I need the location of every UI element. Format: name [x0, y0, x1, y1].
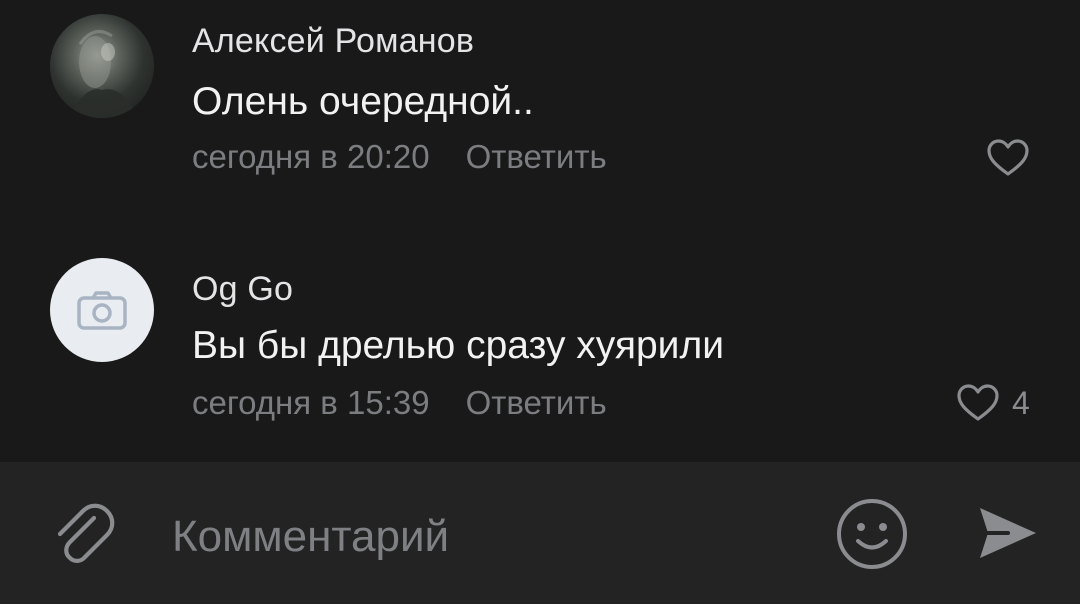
emoji-button[interactable] — [834, 496, 910, 572]
comment-text: Вы бы дрелью сразу хуярили — [192, 324, 725, 367]
comment-author[interactable]: Алексей Романов — [192, 22, 474, 61]
camera-icon — [77, 291, 127, 330]
avatar[interactable] — [50, 14, 154, 118]
avatar[interactable] — [50, 258, 154, 362]
comment-meta: сегодня в 15:39 Ответить — [192, 384, 607, 422]
comment-timestamp: сегодня в 20:20 — [192, 138, 430, 175]
like-count: 4 — [1012, 384, 1030, 421]
comment-timestamp: сегодня в 15:39 — [192, 384, 430, 421]
comments-screen: Алексей Романов Олень очередной.. сегодн… — [0, 0, 1080, 604]
heart-icon — [957, 384, 999, 421]
send-icon — [980, 508, 1036, 558]
comment-input[interactable] — [172, 502, 792, 572]
attach-button[interactable] — [48, 500, 118, 570]
paperclip-icon — [57, 503, 115, 563]
comment-text: Олень очередной.. — [192, 80, 534, 123]
like-button[interactable] — [986, 138, 1042, 178]
reply-button[interactable]: Ответить — [466, 384, 607, 422]
heart-icon — [987, 139, 1029, 176]
avatar-photo-image — [70, 30, 138, 118]
reply-button[interactable]: Ответить — [466, 138, 607, 176]
comment-author[interactable]: Og Go — [192, 270, 293, 309]
like-button[interactable]: 4 — [956, 383, 1030, 423]
comment-meta: сегодня в 20:20 Ответить — [192, 138, 607, 176]
send-button[interactable] — [974, 500, 1040, 566]
smiley-icon — [837, 499, 907, 569]
